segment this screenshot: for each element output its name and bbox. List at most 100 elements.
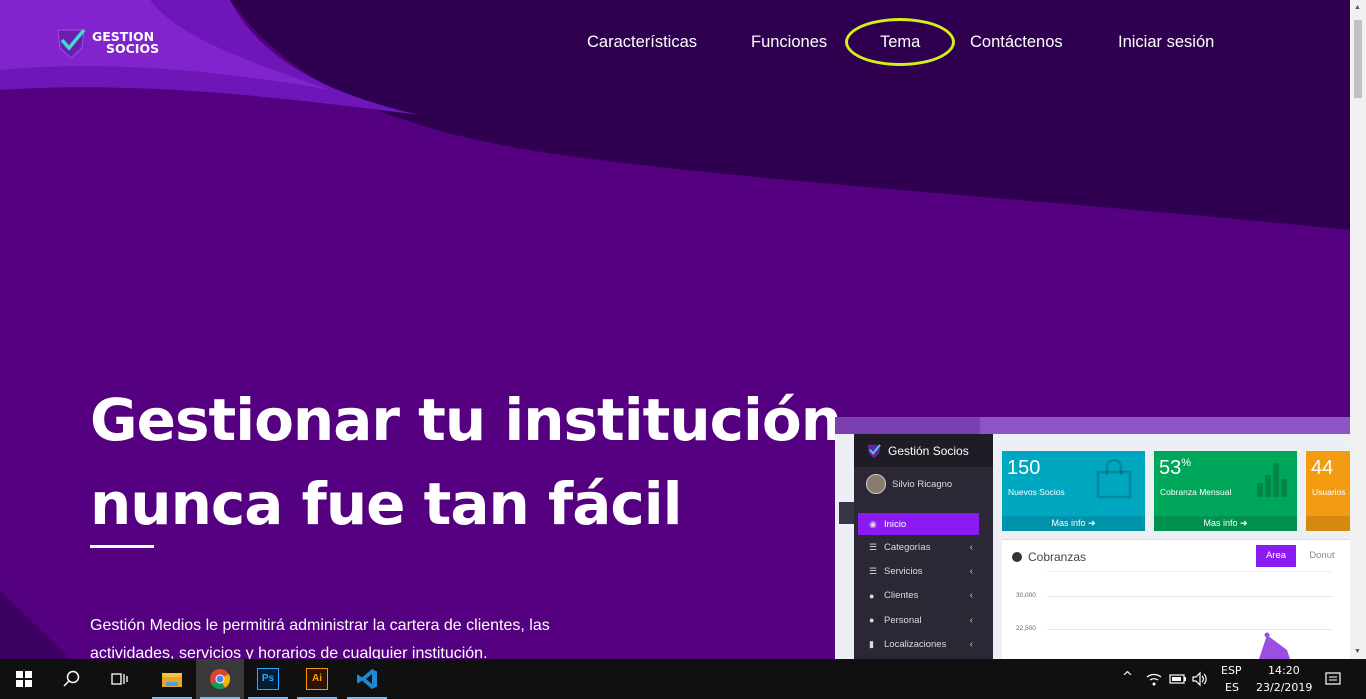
notifications-icon[interactable] (1325, 671, 1341, 687)
arrow-circle-right-icon: ➜ (1239, 518, 1248, 528)
chevron-left-icon: ‹ (969, 614, 973, 626)
stat-card-label: Usuarios (1312, 487, 1346, 497)
nav-funciones[interactable]: Funciones (751, 33, 827, 52)
panel-title-label: Cobranzas (1028, 550, 1087, 564)
users-icon: ● (869, 590, 875, 601)
mockup-menu-label: Personal (884, 614, 922, 626)
hero-title: Gestionar tu institución nunca fue tan f… (90, 378, 842, 546)
photoshop-button[interactable]: Ps (244, 659, 292, 699)
wifi-icon[interactable] (1146, 671, 1162, 687)
chevron-left-icon: ‹ (969, 590, 973, 602)
search-button[interactable] (48, 659, 96, 699)
clock-date[interactable]: 23/2/2019 (1256, 681, 1312, 694)
mockup-user-panel: Silvio Ricagno (854, 469, 993, 499)
mockup-menu-label: Localizaciones (884, 638, 947, 650)
task-view-button[interactable] (96, 659, 144, 699)
stat-card-suffix: % (1181, 457, 1192, 469)
clock-time[interactable]: 14:20 (1268, 664, 1300, 677)
language-top[interactable]: ESP (1221, 664, 1242, 677)
task-view-icon (111, 673, 128, 685)
dashboard-icon: ◉ (869, 519, 877, 529)
chevron-left-icon: ‹ (969, 541, 973, 553)
stat-card-cobranza-mensual: 53% Cobranza Mensual Mas info ➜ (1154, 451, 1297, 531)
arrow-circle-right-icon: ➜ (1087, 518, 1096, 528)
mockup-menu-label: Clientes (884, 590, 919, 602)
chevron-up-icon[interactable]: ^ (1122, 670, 1133, 685)
main-nav: Características Funciones Tema Contácten… (0, 33, 1350, 53)
mockup-menu-item-personal: ● Personal ‹ (854, 608, 993, 632)
chevron-left-icon: ‹ (969, 638, 973, 650)
volume-icon[interactable] (1192, 671, 1208, 687)
mockup-menu-item-inicio: ◉ Inicio (858, 513, 979, 535)
hero-description: Gestión Medios le permitirá administrar … (90, 612, 610, 659)
mockup-brand: Gestión Socios (854, 434, 993, 467)
scrollbar[interactable]: ▲ ▼ (1350, 0, 1366, 659)
battery-icon[interactable] (1169, 672, 1187, 686)
scroll-down-icon[interactable]: ▼ (1354, 648, 1361, 655)
mockup-menu-item-categorias: ☰ Categorías ‹ (854, 535, 993, 559)
stat-card-value: 150 (1007, 457, 1041, 479)
mockup-logo-icon (867, 443, 881, 458)
stat-card-label: Nuevos Socios (1008, 487, 1065, 497)
chrome-button[interactable] (196, 659, 244, 699)
stat-card-footer: Mas info ➜ (1002, 516, 1145, 531)
mockup-menu: ◉ Inicio ☰ Categorías ‹ ☰ Servicios ‹ ● … (854, 513, 993, 656)
hero-description-line2: actividades, servicios y horarios de cua… (90, 645, 488, 659)
chevron-left-icon: ‹ (969, 565, 973, 577)
stat-card-number: 53 (1159, 457, 1182, 479)
browser-viewport: GESTION SOCIOS Características Funciones… (0, 0, 1350, 659)
tab-area: Area (1256, 545, 1296, 567)
file-explorer-icon (162, 673, 182, 687)
chrome-icon (210, 669, 231, 690)
mockup-user-name: Silvio Ricagno (892, 478, 953, 490)
shopping-bag-icon (1096, 459, 1132, 499)
avatar (866, 474, 886, 494)
stat-card-value: 53% (1159, 457, 1191, 480)
mockup-menu-item-localizaciones: ▮ Localizaciones ‹ (854, 632, 993, 656)
dashboard-mockup: Gestión Socios Silvio Ricagno ◉ Inicio ☰… (835, 417, 1350, 659)
gridline (1047, 596, 1332, 597)
highlight-circle (845, 18, 955, 66)
mockup-menu-label: Servicios (884, 565, 923, 577)
vscode-button[interactable] (343, 659, 391, 699)
nav-caracteristicas[interactable]: Características (587, 33, 697, 52)
mockup-menu-item-servicios: ☰ Servicios ‹ (854, 559, 993, 583)
illustrator-icon: Ai (306, 668, 328, 690)
taskbar: Ps Ai ^ ESP ES 14:20 23/2/2019 (0, 659, 1366, 699)
panel-divider (1047, 571, 1332, 572)
list-icon: ☰ (869, 566, 878, 577)
y-tick-30000: 30,000 (1016, 592, 1036, 599)
stat-card-usuarios: 44 Usuarios (1306, 451, 1350, 531)
mockup-menu-label: Inicio (884, 518, 907, 530)
stat-card-footer (1306, 516, 1350, 531)
photoshop-icon: Ps (257, 668, 279, 690)
bar-chart-icon (1257, 463, 1287, 497)
scrollbar-thumb[interactable] (1354, 20, 1362, 98)
file-explorer-button[interactable] (148, 659, 196, 699)
building-icon: ▮ (869, 639, 874, 650)
mockup-brand-label: Gestión Socios (888, 443, 969, 458)
language-bottom[interactable]: ES (1225, 681, 1239, 694)
nav-contactenos[interactable]: Contáctenos (970, 33, 1063, 52)
illustrator-button[interactable]: Ai (293, 659, 341, 699)
hero-title-line1: Gestionar tu institución (90, 386, 842, 454)
stat-card-footer-label: Mas info (1051, 518, 1086, 528)
vscode-icon (357, 669, 377, 689)
stat-card-value: 44 (1311, 457, 1334, 479)
list-icon: ☰ (869, 542, 878, 553)
stat-card-footer-label: Mas info (1203, 518, 1238, 528)
search-icon (63, 670, 80, 687)
start-button[interactable] (0, 659, 48, 699)
area-chart-peak (1259, 632, 1290, 659)
mockup-menu-label: Categorías (884, 541, 931, 553)
mockup-collapsed-sidebar (839, 502, 854, 524)
hero-divider (90, 545, 154, 548)
y-tick-22500: 22,500 (1016, 625, 1036, 632)
windows-start-icon (16, 671, 32, 687)
mockup-topbar-right (980, 417, 1350, 434)
nav-iniciar-sesion[interactable]: Iniciar sesión (1118, 33, 1214, 52)
pie-chart-icon (1012, 552, 1022, 562)
tab-donut: Donut (1309, 550, 1335, 561)
stat-card-label: Cobranza Mensual (1160, 487, 1232, 497)
scroll-up-icon[interactable]: ▲ (1354, 4, 1361, 11)
